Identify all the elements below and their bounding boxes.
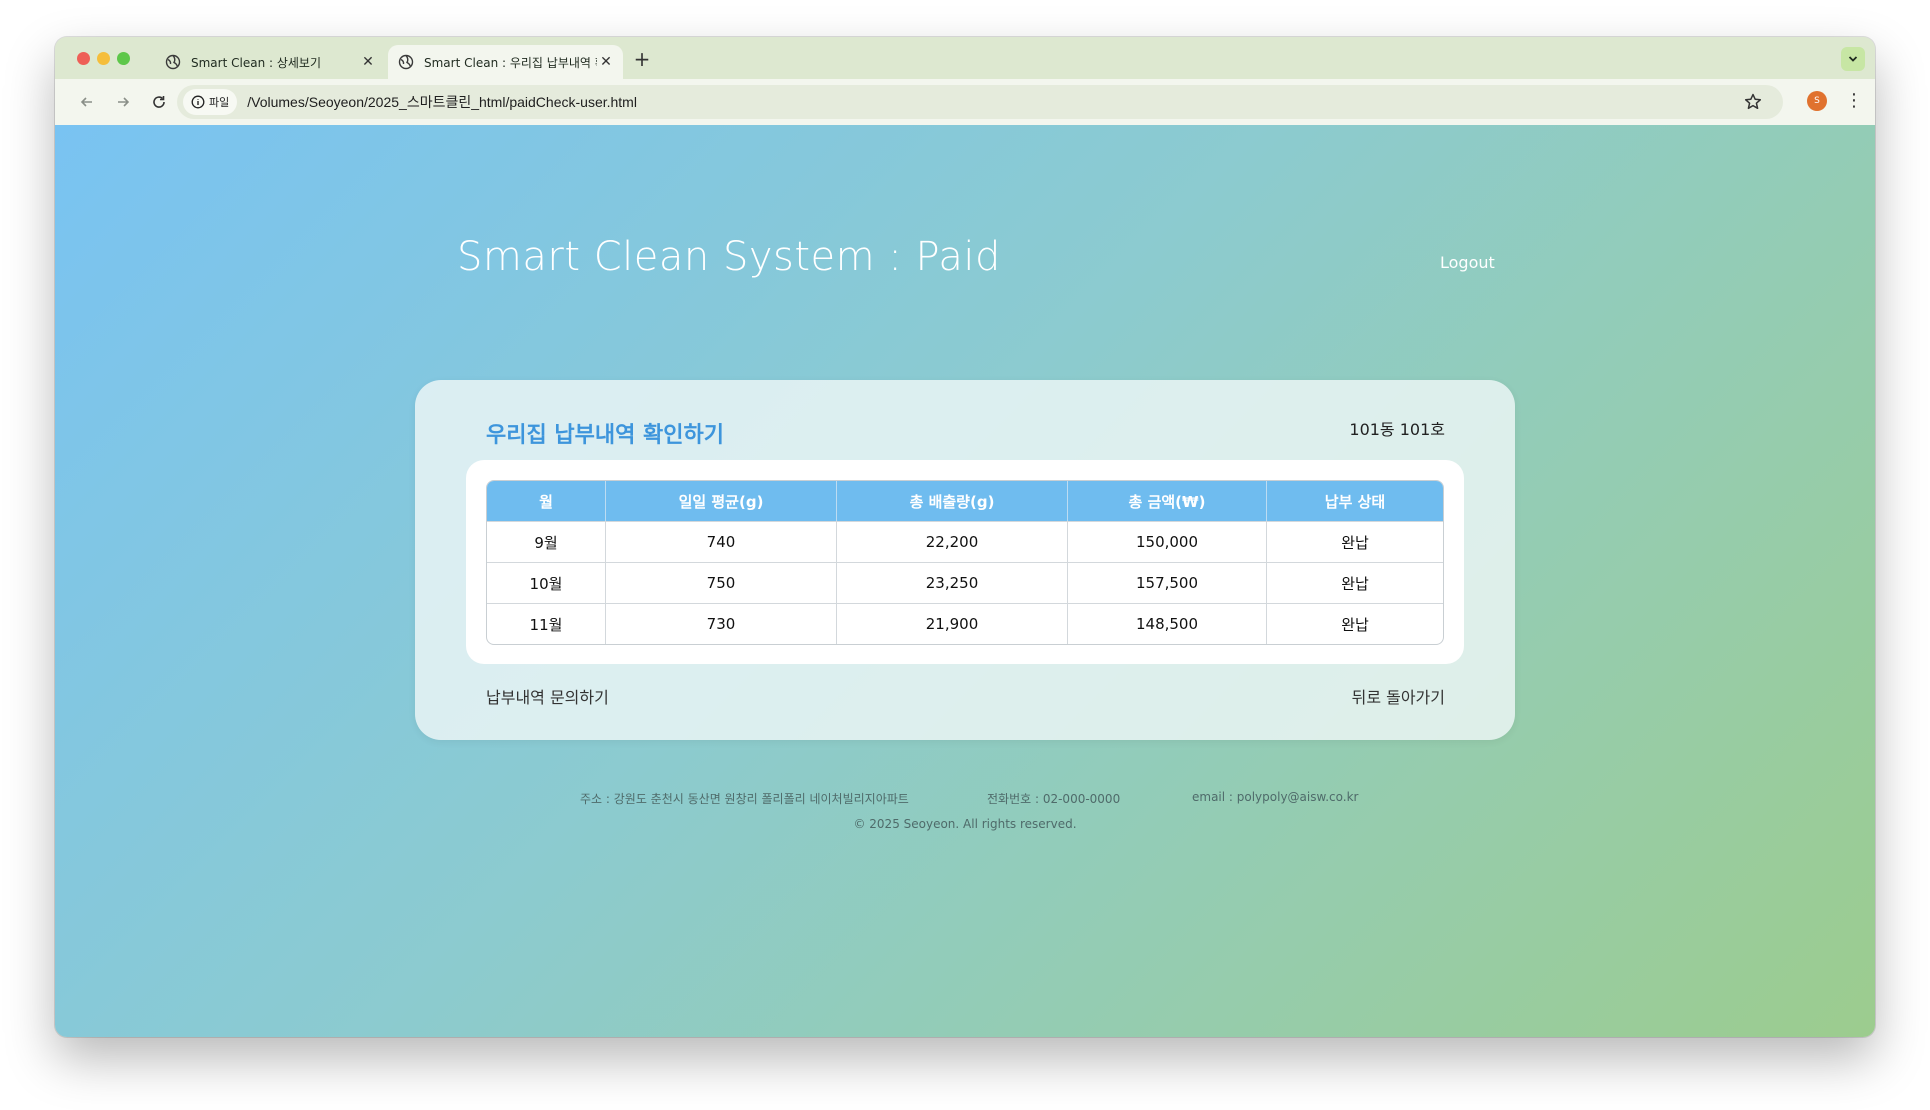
browser-toolbar: 파일 /Volumes/Seoyeon/2025_스마트클린_html/paid… (55, 79, 1875, 126)
footer-address: 주소 : 강원도 춘천시 동산면 원창리 폴리폴리 네이처빌리지아파트 (580, 792, 909, 806)
column-header: 월 (487, 481, 606, 521)
site-info-chip[interactable]: 파일 (183, 89, 238, 115)
back-button[interactable] (75, 90, 99, 114)
tab-strip: Smart Clean : 상세보기 ✕ Smart Clean : 우리집 납… (55, 37, 1875, 79)
card-title: 우리집 납부내역 확인하기 (486, 423, 724, 448)
unit-label: 101동 101호 (1349, 420, 1445, 439)
table-cell: 150,000 (1068, 521, 1267, 562)
tab-title: Smart Clean : 상세보기 (191, 55, 322, 70)
close-window-button[interactable] (77, 52, 90, 65)
globe-icon (398, 54, 414, 70)
table-header-row: 월 일일 평균(g) 총 배출량(g) 총 금액(₩) 납부 상태 (487, 481, 1443, 521)
table-cell: 10월 (487, 562, 606, 603)
table-cell: 157,500 (1068, 562, 1267, 603)
column-header: 일일 평균(g) (606, 481, 837, 521)
address-bar[interactable]: 파일 /Volumes/Seoyeon/2025_스마트클린_html/paid… (177, 85, 1783, 119)
column-header: 총 배출량(g) (837, 481, 1068, 521)
page-title: Smart Clean System : Paid (457, 234, 1001, 280)
table-cell: 750 (606, 562, 837, 603)
globe-icon (165, 54, 181, 70)
reload-button[interactable] (147, 90, 171, 114)
footer-copyright: © 2025 Seoyeon. All rights reserved. (853, 817, 1077, 831)
table-cell: 730 (606, 603, 837, 644)
tab-detail[interactable]: Smart Clean : 상세보기 ✕ (155, 45, 385, 79)
back-link[interactable]: 뒤로 돌아가기 (1352, 684, 1445, 708)
inquiry-link[interactable]: 납부내역 문의하기 (486, 684, 609, 708)
payment-card: 우리집 납부내역 확인하기 101동 101호 월 일일 평균(g) 총 배출량… (415, 380, 1515, 740)
table-cell: 9월 (487, 521, 606, 562)
table-cell: 22,200 (837, 521, 1068, 562)
table-row: 10월 750 23,250 157,500 완납 (487, 562, 1443, 603)
table-cell: 148,500 (1068, 603, 1267, 644)
bookmark-star-icon[interactable] (1743, 92, 1763, 112)
close-icon[interactable]: ✕ (359, 54, 377, 70)
browser-window: Smart Clean : 상세보기 ✕ Smart Clean : 우리집 납… (55, 37, 1875, 1037)
profile-avatar[interactable]: S (1807, 91, 1827, 111)
column-header: 총 금액(₩) (1068, 481, 1267, 521)
info-icon (191, 95, 205, 109)
footer-phone: 전화번호 : 02-000-0000 (987, 792, 1121, 806)
chip-label: 파일 (209, 96, 230, 109)
table-row: 11월 730 21,900 148,500 완납 (487, 603, 1443, 644)
payment-table: 월 일일 평균(g) 총 배출량(g) 총 금액(₩) 납부 상태 9월 740… (486, 480, 1444, 645)
tab-paid-check[interactable]: Smart Clean : 우리집 납부내역 확 ✕ (388, 45, 623, 79)
arrow-left-icon (80, 97, 92, 107)
reload-icon (153, 96, 165, 108)
minimize-window-button[interactable] (97, 52, 110, 65)
logout-link[interactable]: Logout (1440, 253, 1495, 272)
table-container: 월 일일 평균(g) 총 배출량(g) 총 금액(₩) 납부 상태 9월 740… (466, 460, 1464, 664)
chevron-down-icon (1848, 56, 1858, 62)
footer-email: email : polypoly@aisw.co.kr (1192, 790, 1359, 804)
table-cell: 완납 (1267, 521, 1443, 562)
table-cell: 740 (606, 521, 837, 562)
maximize-window-button[interactable] (117, 52, 130, 65)
tab-title: Smart Clean : 우리집 납부내역 확 (424, 55, 597, 70)
page-content: Smart Clean System : Paid Logout 우리집 납부내… (55, 125, 1875, 1037)
table-cell: 23,250 (837, 562, 1068, 603)
more-menu-icon[interactable]: ⋮ (1845, 91, 1863, 113)
close-icon[interactable]: ✕ (597, 54, 615, 70)
arrow-right-icon (118, 97, 130, 107)
tab-search-button[interactable] (1841, 47, 1865, 71)
forward-button[interactable] (111, 90, 135, 114)
url-text[interactable]: /Volumes/Seoyeon/2025_스마트클린_html/paidChe… (247, 92, 637, 112)
table-row: 9월 740 22,200 150,000 완납 (487, 521, 1443, 562)
table-cell: 완납 (1267, 562, 1443, 603)
table-cell: 완납 (1267, 603, 1443, 644)
new-tab-button[interactable]: + (630, 47, 654, 71)
column-header: 납부 상태 (1267, 481, 1443, 521)
table-cell: 11월 (487, 603, 606, 644)
table-cell: 21,900 (837, 603, 1068, 644)
